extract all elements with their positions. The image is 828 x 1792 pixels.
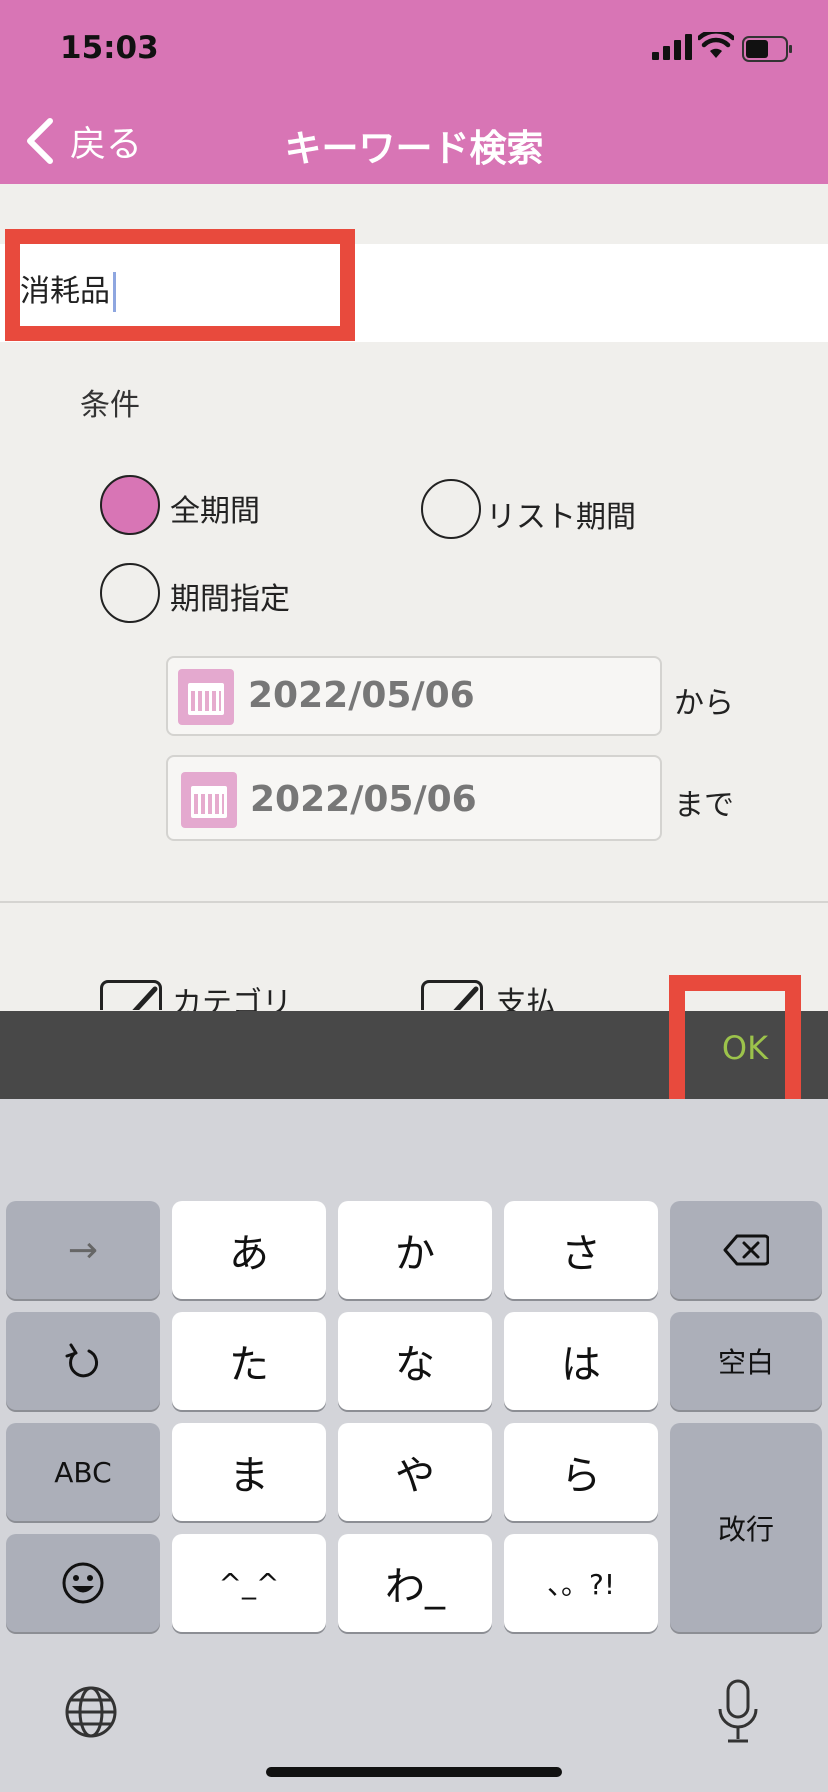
- key-ra[interactable]: ら: [504, 1423, 658, 1521]
- key-ka[interactable]: か: [338, 1201, 492, 1299]
- battery-icon: [742, 36, 792, 62]
- date-to-suffix: まで: [674, 788, 734, 823]
- date-from-field[interactable]: 2022/05/06: [166, 656, 662, 736]
- checkbox-category[interactable]: [100, 980, 162, 1010]
- radio-list-period[interactable]: [421, 479, 481, 539]
- key-return[interactable]: 改行: [670, 1423, 822, 1632]
- radio-all-period[interactable]: [100, 475, 160, 535]
- checkmark-icon: [132, 986, 158, 1010]
- globe-icon[interactable]: [64, 1685, 118, 1739]
- microphone-icon[interactable]: [716, 1679, 760, 1745]
- key-a[interactable]: あ: [172, 1201, 326, 1299]
- key-punctuation[interactable]: 、。?!: [504, 1534, 658, 1632]
- undo-icon: [65, 1343, 99, 1378]
- emoji-icon: [62, 1562, 104, 1604]
- radio-custom-period-label: 期間指定: [170, 582, 290, 617]
- wifi-icon: [698, 32, 734, 58]
- nav-bar: 戻る キーワード検索: [0, 96, 828, 184]
- checkbox-category-label: カテゴリ: [172, 986, 292, 1012]
- status-time: 15:03: [60, 30, 159, 66]
- key-ya[interactable]: や: [338, 1423, 492, 1521]
- date-from-suffix: から: [674, 686, 734, 721]
- checkmark-icon: [453, 986, 479, 1010]
- key-emoji[interactable]: [6, 1534, 160, 1632]
- key-abc[interactable]: ABC: [6, 1423, 160, 1521]
- status-bar: 15:03: [0, 0, 828, 96]
- radio-custom-period[interactable]: [100, 563, 160, 623]
- checkbox-payment-label: 支払: [496, 986, 556, 1012]
- highlight-box-search: [5, 229, 355, 341]
- key-ma[interactable]: ま: [172, 1423, 326, 1521]
- key-ha[interactable]: は: [504, 1312, 658, 1410]
- key-wa[interactable]: わ_: [338, 1534, 492, 1632]
- section-divider: [0, 901, 828, 903]
- key-sa[interactable]: さ: [504, 1201, 658, 1299]
- date-from-value: 2022/05/06: [248, 675, 475, 716]
- key-na[interactable]: な: [338, 1312, 492, 1410]
- date-to-value: 2022/05/06: [250, 779, 477, 820]
- key-ta[interactable]: た: [172, 1312, 326, 1410]
- calendar-icon: [181, 772, 237, 828]
- date-to-field[interactable]: 2022/05/06: [166, 755, 662, 841]
- page-title: キーワード検索: [284, 127, 544, 170]
- checkbox-payment[interactable]: [421, 980, 483, 1010]
- home-indicator: [266, 1767, 562, 1777]
- radio-all-period-label: 全期間: [170, 494, 260, 529]
- key-arrow[interactable]: →: [6, 1201, 160, 1299]
- radio-list-period-label: リスト期間: [486, 500, 636, 535]
- key-delete[interactable]: [670, 1201, 822, 1299]
- signal-icon: [652, 34, 692, 60]
- delete-icon: [723, 1234, 769, 1266]
- conditions-label: 条件: [80, 388, 140, 423]
- key-undo[interactable]: [6, 1312, 160, 1410]
- key-space[interactable]: 空白: [670, 1312, 822, 1410]
- key-kaomoji[interactable]: ^_^: [172, 1534, 326, 1632]
- calendar-icon: [178, 669, 234, 725]
- keyboard: → あ か さ た な は 空白 ABC ま や ら 改行 ^_^ わ_ 、。?…: [0, 1099, 828, 1792]
